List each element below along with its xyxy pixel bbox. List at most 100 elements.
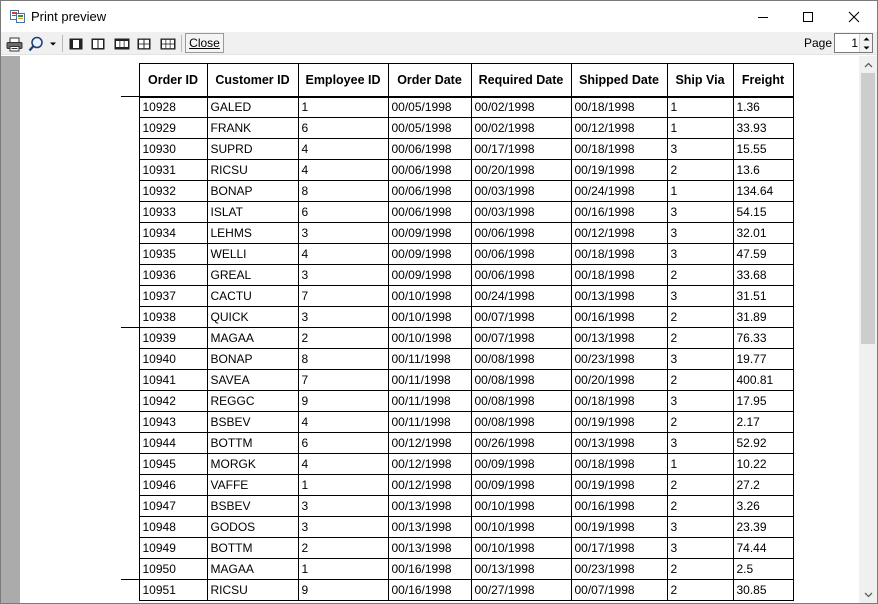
row-spacer xyxy=(121,475,139,496)
cell-shipped-date: 00/18/1998 xyxy=(570,96,668,118)
cell-ship-via: 2 xyxy=(666,306,734,328)
cell-order-id: 10933 xyxy=(138,201,208,223)
cell-required-date: 00/03/1998 xyxy=(470,180,572,202)
cell-customer-id: MORGK xyxy=(206,453,299,475)
cell-order-date: 00/11/1998 xyxy=(387,411,472,433)
cell-required-date: 00/08/1998 xyxy=(470,411,572,433)
cell-employee-id: 3 xyxy=(297,306,389,328)
cell-freight: 31.89 xyxy=(732,306,794,328)
cell-shipped-date: 00/19/1998 xyxy=(570,516,668,538)
cell-employee-id: 7 xyxy=(297,285,389,307)
cell-required-date: 00/27/1998 xyxy=(470,579,572,601)
preview-area[interactable]: Order ID Customer ID Employee ID Order Date… xyxy=(1,56,859,603)
cell-customer-id: QUICK xyxy=(206,306,299,328)
cell-freight: 54.15 xyxy=(732,201,794,223)
close-window-button[interactable] xyxy=(831,1,877,32)
column-header-order-id: Order ID xyxy=(138,63,208,98)
chevron-down-icon xyxy=(863,46,869,49)
toolbar-separator xyxy=(62,35,63,52)
cell-order-date: 00/12/1998 xyxy=(387,474,472,496)
cell-shipped-date: 00/12/1998 xyxy=(570,222,668,244)
minimize-button[interactable] xyxy=(740,1,786,32)
page-stepper-arrows xyxy=(859,34,872,52)
table-row: 10932 BONAP 8 00/06/1998 00/03/1998 00/24/199… xyxy=(121,180,794,202)
print-button[interactable] xyxy=(4,34,24,54)
row-spacer xyxy=(121,118,139,139)
three-pages-button[interactable] xyxy=(112,34,132,54)
row-spacer xyxy=(121,538,139,559)
cell-customer-id: FRANK xyxy=(206,117,299,139)
cell-required-date: 00/17/1998 xyxy=(470,138,572,160)
cell-order-date: 00/06/1998 xyxy=(387,159,472,181)
cell-customer-id: BONAP xyxy=(206,180,299,202)
cell-ship-via: 3 xyxy=(666,138,734,160)
vertical-scrollbar[interactable] xyxy=(859,56,877,603)
scroll-up-button[interactable] xyxy=(859,56,877,73)
maximize-button[interactable] xyxy=(785,1,831,32)
one-page-icon xyxy=(69,38,83,50)
cell-customer-id: REGGC xyxy=(206,390,299,412)
row-spacer xyxy=(121,579,139,601)
row-spacer xyxy=(121,223,139,244)
two-pages-button[interactable] xyxy=(89,34,107,54)
maximize-icon xyxy=(803,11,813,22)
table-row: 10943 BSBEV 4 00/11/1998 00/08/1998 00/19/199… xyxy=(121,411,794,433)
cell-employee-id: 6 xyxy=(297,117,389,139)
cell-ship-via: 3 xyxy=(666,390,734,412)
cell-ship-via: 3 xyxy=(666,285,734,307)
table-row: 10944 BOTTM 6 00/12/1998 00/26/1998 00/13/199… xyxy=(121,432,794,454)
table-row: 10947 BSBEV 3 00/13/1998 00/10/1998 00/16/199… xyxy=(121,495,794,517)
close-button[interactable]: Close xyxy=(185,33,224,53)
cell-ship-via: 2 xyxy=(666,411,734,433)
cell-required-date: 00/08/1998 xyxy=(470,348,572,370)
cell-customer-id: SUPRD xyxy=(206,138,299,160)
print-preview-app-icon xyxy=(10,9,26,23)
table-row: 10950 MAGAA 1 00/16/1998 00/13/1998 00/23/199… xyxy=(121,558,794,580)
table-row: 10949 BOTTM 2 00/13/1998 00/10/1998 00/17/199… xyxy=(121,537,794,559)
page-down-arrow[interactable] xyxy=(860,43,872,52)
chevron-down-icon xyxy=(864,592,872,597)
one-page-button[interactable] xyxy=(67,34,85,54)
close-button-label: Close xyxy=(189,36,220,50)
table-row: 10933 ISLAT 6 00/06/1998 00/03/1998 00/16/199… xyxy=(121,201,794,223)
scrollbar-thumb[interactable] xyxy=(861,73,875,344)
zoom-dropdown-button[interactable] xyxy=(26,34,58,54)
four-pages-button[interactable] xyxy=(135,34,153,54)
cell-required-date: 00/06/1998 xyxy=(470,264,572,286)
cell-required-date: 00/07/1998 xyxy=(470,327,572,349)
cell-order-id: 10941 xyxy=(138,369,208,391)
six-pages-button[interactable] xyxy=(158,34,178,54)
page-number-stepper[interactable]: 1 xyxy=(834,33,873,53)
cell-order-id: 10944 xyxy=(138,432,208,454)
cell-employee-id: 4 xyxy=(297,159,389,181)
cell-shipped-date: 00/18/1998 xyxy=(570,138,668,160)
cell-required-date: 00/02/1998 xyxy=(470,96,572,118)
page-number-value[interactable]: 1 xyxy=(851,36,858,50)
cell-order-id: 10935 xyxy=(138,243,208,265)
row-spacer xyxy=(121,349,139,370)
cell-order-id: 10943 xyxy=(138,411,208,433)
cell-freight: 74.44 xyxy=(732,537,794,559)
scroll-down-button[interactable] xyxy=(859,586,877,603)
page-up-arrow[interactable] xyxy=(860,34,872,43)
cell-freight: 27.2 xyxy=(732,474,794,496)
row-spacer xyxy=(121,517,139,538)
cell-shipped-date: 00/17/1998 xyxy=(570,537,668,559)
six-pages-icon xyxy=(160,38,176,50)
cell-freight: 3.26 xyxy=(732,495,794,517)
cell-shipped-date: 00/18/1998 xyxy=(570,243,668,265)
cell-freight: 134.64 xyxy=(732,180,794,202)
three-pages-icon xyxy=(114,38,130,50)
cell-employee-id: 3 xyxy=(297,495,389,517)
orders-table: Order ID Customer ID Employee ID Order Date… xyxy=(121,63,794,601)
row-spacer xyxy=(121,265,139,286)
cell-employee-id: 3 xyxy=(297,222,389,244)
row-spacer xyxy=(121,391,139,412)
cell-ship-via: 2 xyxy=(666,264,734,286)
cell-customer-id: GODOS xyxy=(206,516,299,538)
cell-ship-via: 1 xyxy=(666,117,734,139)
cell-ship-via: 3 xyxy=(666,222,734,244)
cell-customer-id: GALED xyxy=(206,96,299,118)
table-row: 10931 RICSU 4 00/06/1998 00/20/1998 00/19/199… xyxy=(121,159,794,181)
row-spacer xyxy=(121,181,139,202)
